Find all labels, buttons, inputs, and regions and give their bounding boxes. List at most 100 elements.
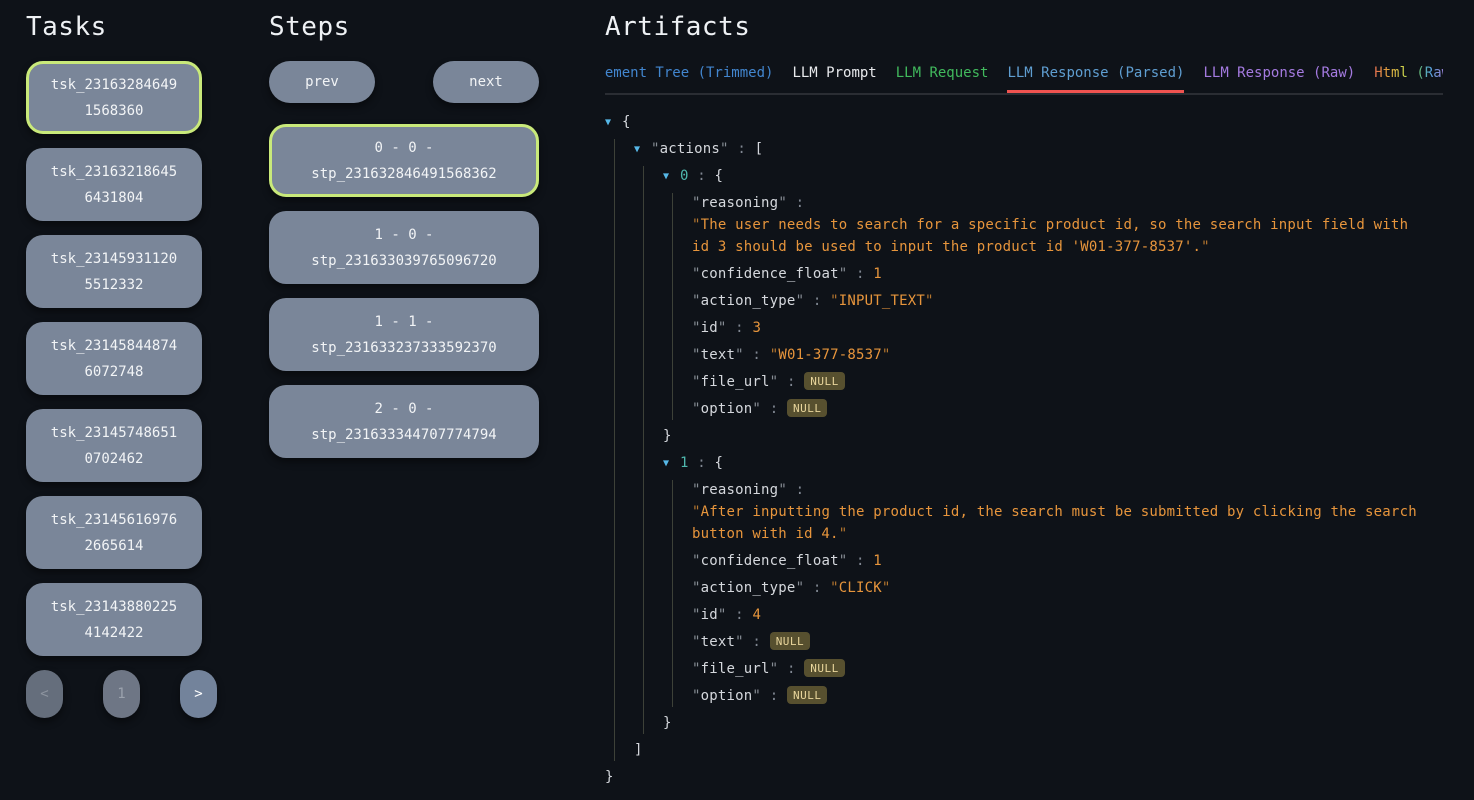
close-bracket: } bbox=[605, 767, 1417, 788]
quote-mark: " bbox=[718, 607, 727, 623]
quote-mark: " bbox=[692, 266, 701, 282]
json-property-row: "reasoning" : "The user needs to search … bbox=[692, 193, 1417, 258]
task-item-4[interactable]: tsk_231457486510702462 bbox=[26, 409, 202, 482]
json-property-row: "id" : 4 bbox=[692, 605, 1417, 626]
json-key: id bbox=[701, 320, 718, 336]
step-item-3[interactable]: 2 - 0 - stp_231633344707774794 bbox=[269, 385, 539, 458]
json-string-value: "After inputting the product id, the sea… bbox=[692, 501, 1417, 545]
close-bracket: ] bbox=[634, 740, 1417, 761]
step-list: 0 - 0 - stp_231632846491568362 1 - 0 - st… bbox=[269, 124, 539, 458]
null-badge: NULL bbox=[770, 632, 811, 650]
steps-panel: Steps prev next 0 - 0 - stp_231632846491… bbox=[269, 0, 539, 472]
tasks-title: Tasks bbox=[26, 12, 202, 42]
collapse-icon[interactable]: ▼ bbox=[605, 112, 616, 133]
quote-mark: " bbox=[692, 217, 701, 233]
task-item-3[interactable]: tsk_231458448746072748 bbox=[26, 322, 202, 395]
quote-mark: " bbox=[692, 482, 701, 498]
task-item-1[interactable]: tsk_231632186456431804 bbox=[26, 148, 202, 221]
json-key: option bbox=[701, 401, 753, 417]
json-colon: : bbox=[804, 580, 830, 596]
quote-mark: " bbox=[778, 195, 787, 211]
quote-mark: " bbox=[651, 141, 660, 157]
json-key: option bbox=[701, 688, 753, 704]
json-colon: : bbox=[727, 607, 753, 623]
tab-llm-request[interactable]: LLM Request bbox=[896, 61, 989, 93]
quote-mark: " bbox=[752, 688, 761, 704]
quote-mark: " bbox=[692, 607, 701, 623]
task-item-2[interactable]: tsk_231459311205512332 bbox=[26, 235, 202, 308]
quote-mark: " bbox=[720, 141, 729, 157]
quote-mark: " bbox=[692, 553, 701, 569]
json-expandable-row: ▼0 : { bbox=[663, 166, 1417, 187]
collapse-icon[interactable]: ▼ bbox=[663, 166, 674, 187]
json-colon: : bbox=[761, 401, 787, 417]
collapse-icon[interactable]: ▼ bbox=[634, 139, 645, 160]
pagination-prev-button[interactable]: < bbox=[26, 670, 63, 718]
json-property-row: "option" : NULL bbox=[692, 399, 1417, 420]
step-item-2[interactable]: 1 - 1 - stp_231633237333592370 bbox=[269, 298, 539, 371]
tab-llm-response-raw[interactable]: LLM Response (Raw) bbox=[1203, 61, 1355, 93]
artifacts-title: Artifacts bbox=[605, 12, 1443, 42]
json-colon: : bbox=[761, 688, 787, 704]
task-item-0[interactable]: tsk_231632846491568360 bbox=[26, 61, 202, 134]
quote-mark: " bbox=[735, 347, 744, 363]
quote-mark: " bbox=[692, 374, 701, 390]
json-string-value: "The user needs to search for a specific… bbox=[692, 214, 1417, 258]
quote-mark: " bbox=[692, 401, 701, 417]
json-colon: : bbox=[744, 347, 770, 363]
tab-llm-prompt[interactable]: LLM Prompt bbox=[792, 61, 876, 93]
step-item-1[interactable]: 1 - 0 - stp_231633039765096720 bbox=[269, 211, 539, 284]
step-item-0[interactable]: 0 - 0 - stp_231632846491568362 bbox=[269, 124, 539, 197]
quote-mark: " bbox=[796, 580, 805, 596]
json-number-value: 1 bbox=[873, 553, 882, 569]
json-number-value: 1 bbox=[873, 266, 882, 282]
quote-mark: " bbox=[778, 482, 787, 498]
steps-prev-button[interactable]: prev bbox=[269, 61, 375, 103]
json-number-value: 3 bbox=[752, 320, 761, 336]
tab-element-tree-trimmed[interactable]: Element Tree (Trimmed) bbox=[605, 61, 773, 93]
json-key: text bbox=[701, 347, 736, 363]
quote-mark: " bbox=[882, 347, 891, 363]
pagination-next-button[interactable]: > bbox=[180, 670, 217, 718]
json-colon: : bbox=[787, 482, 804, 498]
quote-mark: " bbox=[752, 401, 761, 417]
quote-mark: " bbox=[882, 580, 891, 596]
json-colon: : bbox=[727, 320, 753, 336]
artifacts-panel: Artifacts Element Tree (Trimmed) LLM Prom… bbox=[605, 0, 1443, 794]
json-children-group: "reasoning" : "The user needs to search … bbox=[672, 193, 1417, 420]
step-nav: prev next bbox=[269, 61, 539, 103]
null-badge: NULL bbox=[787, 399, 828, 417]
json-colon: : bbox=[689, 168, 715, 184]
tab-html-raw[interactable]: Html (Raw) bbox=[1374, 61, 1443, 93]
json-property-row: "id" : 3 bbox=[692, 318, 1417, 339]
tab-llm-response-parsed[interactable]: LLM Response (Parsed) bbox=[1007, 61, 1184, 93]
json-key: confidence_float bbox=[701, 266, 839, 282]
json-array-index: 1 bbox=[680, 455, 689, 471]
json-string-value: "W01-377-8537" bbox=[770, 347, 891, 363]
task-item-5[interactable]: tsk_231456169762665614 bbox=[26, 496, 202, 569]
json-property-row: "confidence_float" : 1 bbox=[692, 264, 1417, 285]
json-children-group: "reasoning" : "After inputting the produ… bbox=[672, 480, 1417, 707]
json-property-row: "reasoning" : "After inputting the produ… bbox=[692, 480, 1417, 545]
task-item-6[interactable]: tsk_231438802254142422 bbox=[26, 583, 202, 656]
steps-next-button[interactable]: next bbox=[433, 61, 539, 103]
json-property-row: "action_type" : "CLICK" bbox=[692, 578, 1417, 599]
json-colon: : bbox=[689, 455, 715, 471]
json-viewer: ▼{▼"actions" : [▼0 : {"reasoning" : "The… bbox=[605, 112, 1417, 788]
json-string-value: "CLICK" bbox=[830, 580, 890, 596]
json-children-group: ▼0 : {"reasoning" : "The user needs to s… bbox=[643, 166, 1417, 734]
quote-mark: " bbox=[1201, 239, 1210, 255]
json-colon: : bbox=[778, 374, 804, 390]
json-expandable-row: ▼1 : { bbox=[663, 453, 1417, 474]
tasks-pagination: < 1 > bbox=[26, 670, 217, 718]
pagination-page-1-button[interactable]: 1 bbox=[103, 670, 140, 718]
quote-mark: " bbox=[735, 634, 744, 650]
quote-mark: " bbox=[692, 293, 701, 309]
json-property-row: "confidence_float" : 1 bbox=[692, 551, 1417, 572]
json-number-value: 4 bbox=[752, 607, 761, 623]
collapse-icon[interactable]: ▼ bbox=[663, 453, 674, 474]
json-colon: : bbox=[847, 553, 873, 569]
json-key: reasoning bbox=[701, 482, 779, 498]
json-array-index: 0 bbox=[680, 168, 689, 184]
json-children-group: ▼"actions" : [▼0 : {"reasoning" : "The u… bbox=[614, 139, 1417, 761]
